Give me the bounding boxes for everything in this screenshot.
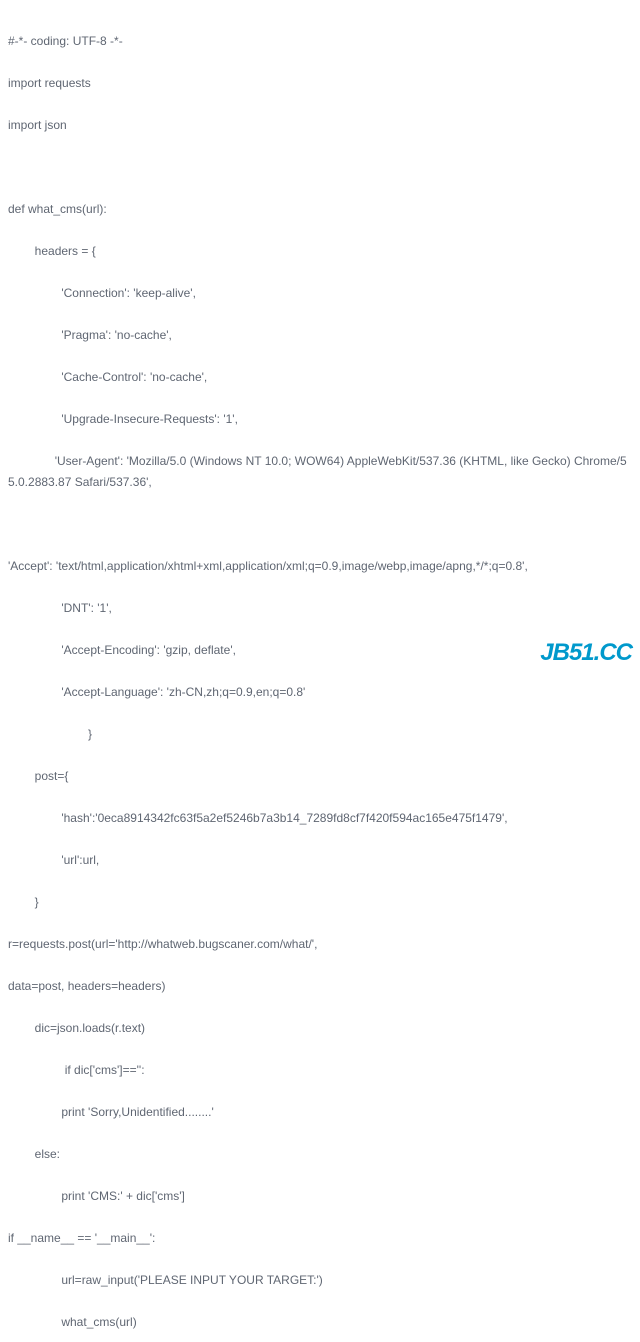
code-line: 'User-Agent': 'Mozilla/5.0 (Windows NT 1… — [8, 451, 634, 493]
code-line: import requests — [8, 73, 634, 94]
code-line: def what_cms(url): — [8, 199, 634, 220]
code-line: 'DNT': '1', — [8, 598, 634, 619]
code-line: r=requests.post(url='http://whatweb.bugs… — [8, 934, 634, 955]
code-line: } — [8, 892, 634, 913]
code-line: headers = { — [8, 241, 634, 262]
code-line: data=post, headers=headers) — [8, 976, 634, 997]
code-line: print 'Sorry,Unidentified........' — [8, 1102, 634, 1123]
code-line: dic=json.loads(r.text) — [8, 1018, 634, 1039]
code-line: 'Cache-Control': 'no-cache', — [8, 367, 634, 388]
code-line: import json — [8, 115, 634, 136]
code-line — [8, 514, 634, 535]
code-line: else: — [8, 1144, 634, 1165]
code-line: 'Upgrade-Insecure-Requests': '1', — [8, 409, 634, 430]
watermark-logo: JB51.CC — [540, 639, 632, 667]
code-line: url=raw_input('PLEASE INPUT YOUR TARGET:… — [8, 1270, 634, 1291]
code-line: post={ — [8, 766, 634, 787]
code-line: print 'CMS:' + dic['cms'] — [8, 1186, 634, 1207]
code-line: 'Accept': 'text/html,application/xhtml+x… — [8, 556, 634, 577]
code-line: 'Connection': 'keep-alive', — [8, 283, 634, 304]
code-line: if __name__ == '__main__': — [8, 1228, 634, 1249]
code-block: #-*- coding: UTF-8 -*- import requests i… — [0, 0, 640, 1342]
code-line: 'hash':'0eca8914342fc63f5a2ef5246b7a3b14… — [8, 808, 634, 829]
code-line: } — [8, 724, 634, 745]
code-line: 'Pragma': 'no-cache', — [8, 325, 634, 346]
code-line — [8, 157, 634, 178]
code-line: if dic['cms']=='': — [8, 1060, 634, 1081]
code-line: 'Accept-Language': 'zh-CN,zh;q=0.9,en;q=… — [8, 682, 634, 703]
code-line: 'url':url, — [8, 850, 634, 871]
code-line: #-*- coding: UTF-8 -*- — [8, 31, 634, 52]
code-line: what_cms(url) — [8, 1312, 634, 1333]
